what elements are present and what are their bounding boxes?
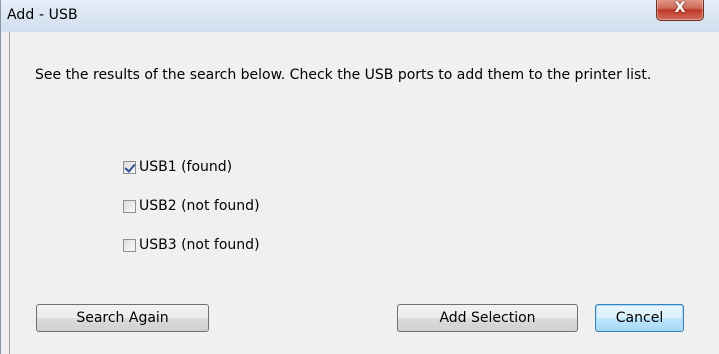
usb3-option[interactable]: USB3 (not found) [123, 236, 260, 254]
cancel-button[interactable]: Cancel [595, 304, 684, 332]
usb2-option[interactable]: USB2 (not found) [123, 197, 260, 215]
search-again-button[interactable]: Search Again [36, 304, 209, 332]
usb2-label[interactable]: USB2 (not found) [139, 198, 260, 214]
usb3-label[interactable]: USB3 (not found) [139, 237, 260, 253]
title-bar: Add - USB X [1, 0, 719, 32]
usb2-checkbox[interactable] [123, 199, 136, 213]
add-selection-button[interactable]: Add Selection [397, 304, 578, 332]
window-title: Add - USB [7, 7, 78, 23]
close-icon: X [674, 0, 686, 16]
add-usb-dialog: Add - USB X See the results of the searc… [0, 0, 719, 354]
usb1-label[interactable]: USB1 (found) [139, 159, 232, 175]
close-button[interactable]: X [656, 0, 704, 21]
usb3-checkbox[interactable] [123, 238, 136, 252]
usb1-checkbox[interactable] [123, 160, 136, 174]
instruction-text: See the results of the search below. Che… [35, 67, 652, 83]
usb1-option[interactable]: USB1 (found) [123, 158, 232, 176]
